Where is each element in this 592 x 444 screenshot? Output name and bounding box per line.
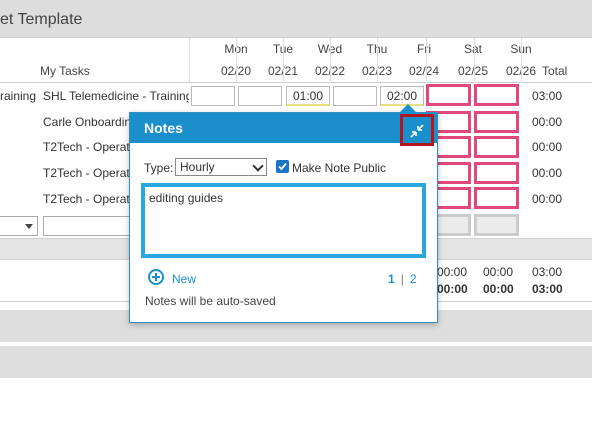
total-header: Total — [521, 38, 592, 83]
time-input-wed[interactable]: 01:00 — [286, 86, 330, 106]
task-name[interactable]: SHL Telemedicine - Training- — [43, 89, 189, 103]
time-input-tue[interactable] — [238, 86, 282, 106]
day-header-wed: Wed 02/22 — [283, 38, 345, 83]
plus-circle-icon — [148, 269, 164, 285]
task-search-input[interactable] — [43, 216, 133, 236]
page-1-link[interactable]: 1 — [388, 272, 395, 286]
total-header-label: Total — [542, 64, 568, 78]
day-header-tue: Tue 02/21 — [236, 38, 298, 83]
time-input-thu[interactable] — [333, 86, 377, 106]
day-header-thu: Thu 02/23 — [330, 38, 392, 83]
row-total: 03:00 — [532, 89, 563, 103]
note-type-label: Type: — [144, 161, 174, 175]
note-text: editing guides — [149, 191, 224, 205]
note-type-select[interactable]: Hourly — [175, 158, 267, 176]
popover-caret — [399, 104, 417, 113]
chevron-down-icon — [25, 224, 33, 229]
day-header-fri: Fri 02/24 — [377, 38, 439, 83]
note-type-value: Hourly — [180, 160, 215, 174]
sat-total-top: 00:00 — [437, 265, 468, 279]
sat-total-bottom: 00:00 — [437, 282, 468, 296]
notes-dialog-header: Notes — [130, 113, 437, 143]
time-input-sun[interactable] — [474, 84, 519, 106]
timesheet-header: My Tasks Mon 02/20 Tue 02/21 Wed 02/22 T… — [0, 38, 592, 83]
notes-dialog: Notes Type: Hourly Make Note Public edit… — [129, 104, 438, 323]
checkmark-icon — [278, 162, 287, 171]
note-textarea[interactable]: editing guides — [141, 183, 426, 258]
row-total: 00:00 — [532, 192, 563, 206]
page-title: et Template — [0, 11, 83, 28]
task-name[interactable]: T2Tech - Operatio — [43, 192, 129, 206]
grand-total-top: 03:00 — [532, 265, 563, 279]
collapse-button[interactable] — [400, 114, 434, 146]
time-input-sun[interactable] — [474, 187, 519, 209]
make-public-label[interactable]: Make Note Public — [292, 161, 386, 175]
time-input-sun[interactable] — [474, 136, 519, 158]
task-name[interactable]: T2Tech - Operatio — [43, 140, 129, 154]
new-note-label: New — [172, 272, 197, 286]
time-input-fri[interactable]: 02:00 — [380, 86, 424, 106]
make-public-checkbox[interactable] — [276, 160, 289, 173]
project-select[interactable] — [0, 216, 38, 236]
task-project-prefix: raining — [0, 89, 37, 103]
collapse-arrows-icon — [410, 124, 424, 138]
time-input-mon[interactable] — [191, 86, 235, 106]
page-separator: | — [400, 272, 404, 286]
day-header-sat: Sat 02/25 — [426, 38, 488, 83]
sun-total-top: 00:00 — [483, 265, 514, 279]
row-total: 00:00 — [532, 166, 563, 180]
row-total: 00:00 — [532, 140, 563, 154]
time-input-sun[interactable] — [474, 111, 519, 133]
task-name[interactable]: T2Tech - Operatio — [43, 166, 129, 180]
row-total: 00:00 — [532, 115, 563, 129]
title-bar: et Template — [0, 0, 592, 38]
notes-dialog-title: Notes — [144, 120, 183, 136]
weekend-cell-disabled — [474, 214, 519, 236]
task-name[interactable]: Carle Onboarding — [43, 115, 129, 129]
chevron-down-icon — [252, 160, 264, 172]
my-tasks-header: My Tasks — [40, 64, 90, 78]
notes-pagination: 1 | 2 — [388, 272, 417, 286]
sun-total-bottom: 00:00 — [483, 282, 514, 296]
time-input-sun[interactable] — [474, 162, 519, 184]
autosave-hint: Notes will be auto-saved — [145, 294, 276, 308]
day-header-mon: Mon 02/20 — [189, 38, 251, 83]
grand-total-bottom: 03:00 — [532, 282, 563, 296]
footer-band — [0, 346, 592, 378]
table-row: raining SHL Telemedicine - Training- 01:… — [0, 84, 592, 110]
day-header-sun: Sun 02/26 — [474, 38, 536, 83]
page-2-link[interactable]: 2 — [410, 272, 417, 286]
time-input-sat[interactable] — [426, 84, 471, 106]
